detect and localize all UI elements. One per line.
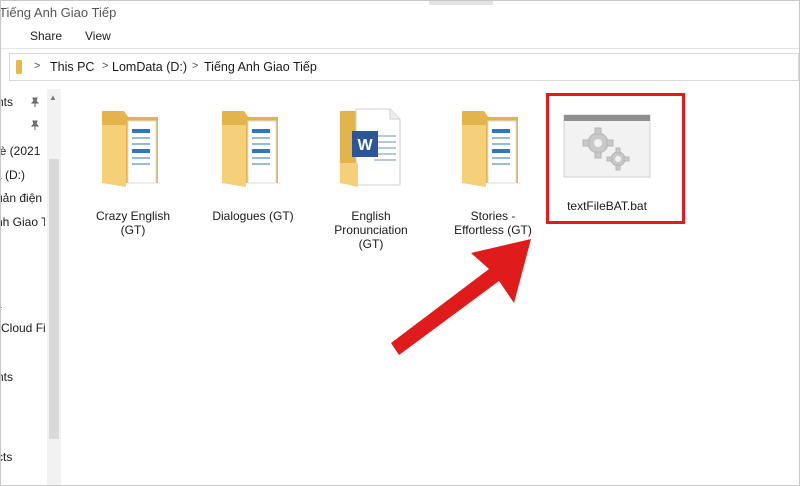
file-name: Crazy English (GT) — [95, 209, 171, 237]
tab-view[interactable]: View — [85, 29, 111, 43]
ribbon-tabs: Share View — [1, 23, 799, 49]
highlight-box — [546, 93, 685, 224]
address-bar[interactable]: > This PC > LomData (D:) > Tiếng Anh Gia… — [9, 53, 799, 81]
folder-icon — [462, 111, 518, 187]
window-title: Tiếng Anh Giao Tiếp — [0, 5, 117, 20]
svg-text:W: W — [357, 137, 373, 154]
folder-icon — [222, 111, 278, 187]
breadcrumb-drive[interactable]: LomData (D:) — [112, 60, 187, 74]
tab-share[interactable]: Share — [30, 29, 62, 43]
title-scroll-indicator — [429, 1, 493, 5]
scroll-up-icon[interactable]: ▲ — [49, 93, 57, 102]
breadcrumb-this-pc[interactable]: This PC — [50, 60, 94, 74]
file-tile-stories-effortless[interactable]: Stories - Effortless (GT) — [443, 103, 543, 243]
file-tile-crazy-english[interactable]: Crazy English (GT) — [83, 103, 183, 243]
breadcrumb-current-folder[interactable]: Tiếng Anh Giao Tiếp — [204, 60, 317, 74]
file-explorer-window: Tiếng Anh Giao Tiếp Share View > This PC… — [0, 0, 800, 486]
file-name: Dialogues (GT) — [212, 209, 294, 223]
chevron-right-icon: > — [102, 60, 109, 72]
nav-scrollbar[interactable]: ▲ — [47, 89, 61, 485]
folder-icon — [102, 111, 158, 187]
file-tile-dialogues[interactable]: Dialogues (GT) — [203, 103, 303, 243]
folder-icon: W — [340, 108, 401, 187]
chevron-right-icon: > — [34, 60, 41, 72]
pin-icon[interactable] — [30, 120, 40, 130]
red-arrow-icon — [391, 239, 531, 355]
navigation-pane: nts hè (2021 a (D:) uản điện nh Giao T a… — [1, 95, 45, 464]
scrollbar-thumb[interactable] — [49, 159, 59, 439]
pin-icon[interactable] — [30, 97, 40, 107]
folder-icon — [16, 60, 22, 74]
title-bar: Tiếng Anh Giao Tiếp — [0, 1, 799, 23]
chevron-right-icon: > — [192, 60, 199, 72]
